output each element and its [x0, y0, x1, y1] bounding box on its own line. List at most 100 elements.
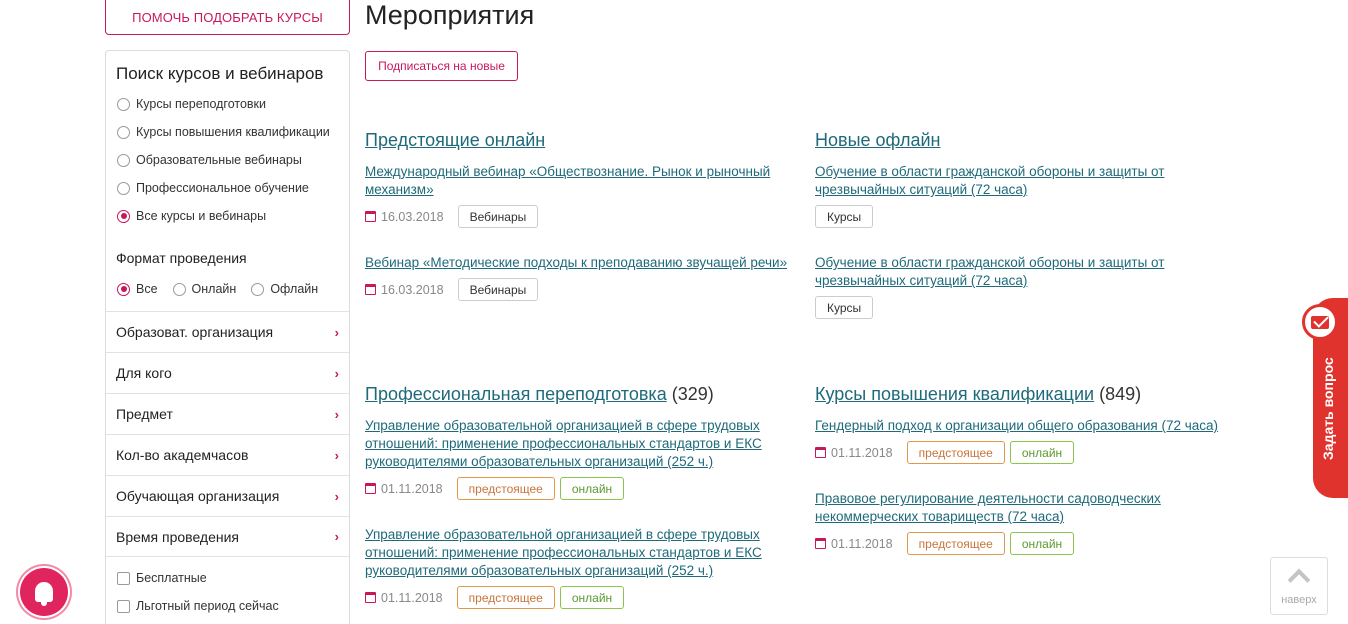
notification-bell-button[interactable]: [20, 568, 68, 616]
radio-selected-icon[interactable]: [117, 282, 130, 296]
item-meta: Курсы: [815, 296, 1245, 319]
section-title: Новые офлайн: [815, 130, 1245, 151]
chevron-up-icon: [1287, 568, 1311, 592]
item-title-link[interactable]: Гендерный подход к организации общего об…: [815, 417, 1245, 435]
checkbox-icon[interactable]: [117, 599, 130, 613]
calendar-icon: [365, 211, 376, 222]
section-retraining: Профессиональная переподготовка (329) Уп…: [365, 384, 795, 624]
filter-time[interactable]: Время проведения ›: [106, 516, 349, 557]
tag-upcoming[interactable]: предстоящее: [456, 477, 555, 500]
type-option-qualification[interactable]: Курсы повышения квалификации: [117, 125, 330, 139]
filter-hours[interactable]: Кол-во академчасов ›: [106, 434, 349, 475]
section-count: (849): [1099, 384, 1142, 404]
section-title: Профессиональная переподготовка (329): [365, 384, 795, 405]
tag-webinars[interactable]: Вебинары: [457, 278, 539, 301]
help-choose-courses-button[interactable]: ПОМОЧЬ ПОДОБРАТЬ КУРСЫ: [105, 0, 350, 35]
sidebar-title: Поиск курсов и вебинаров: [116, 64, 324, 83]
chevron-right-icon: ›: [334, 406, 339, 422]
filter-accordion: Образоват. организация › Для кого › Пред…: [106, 311, 349, 557]
list-item: Правовое регулирование деятельности садо…: [815, 490, 1245, 555]
item-date: 16.03.2018: [381, 209, 444, 224]
radio-icon[interactable]: [117, 181, 130, 195]
item-title-link[interactable]: Обучение в области гражданской обороны и…: [815, 163, 1245, 199]
tag-webinars[interactable]: Вебинары: [457, 205, 539, 228]
calendar-icon: [365, 284, 376, 295]
format-options: Все Онлайн Офлайн: [117, 282, 333, 296]
list-item: Вебинар «Методические подходы к преподав…: [365, 254, 795, 301]
item-meta: 01.11.2018 предстоящее онлайн: [365, 477, 795, 500]
item-title-link[interactable]: Правовое регулирование деятельности садо…: [815, 490, 1245, 526]
radio-icon[interactable]: [117, 125, 130, 139]
section-title: Курсы повышения квалификации (849): [815, 384, 1245, 405]
subscribe-button[interactable]: Подписаться на новые: [365, 51, 518, 81]
item-title-link[interactable]: Управление образовательной организацией …: [365, 417, 795, 471]
calendar-icon: [365, 483, 376, 494]
filter-training-org[interactable]: Обучающая организация ›: [106, 475, 349, 516]
section-count: (329): [671, 384, 714, 404]
type-option-webinars[interactable]: Образовательные вебинары: [117, 153, 302, 167]
check-discount[interactable]: Льготный период сейчас: [117, 599, 279, 613]
bell-icon: [35, 582, 53, 606]
checkbox-icon[interactable]: [117, 571, 130, 585]
section-title: Предстоящие онлайн: [365, 130, 795, 151]
item-date: 01.11.2018: [831, 445, 893, 460]
section-new-offline: Новые офлайн Обучение в области гражданс…: [815, 130, 1245, 330]
item-meta: 01.11.2018 предстоящее онлайн: [815, 532, 1245, 555]
format-option-offline[interactable]: Офлайн: [251, 282, 318, 296]
item-meta: Курсы: [815, 205, 1245, 228]
ask-question-label[interactable]: Задать вопрос: [1320, 357, 1336, 460]
calendar-icon: [365, 592, 376, 603]
item-title-link[interactable]: Управление образовательной организацией …: [365, 526, 795, 580]
filter-audience[interactable]: Для кого ›: [106, 352, 349, 393]
section-title-link[interactable]: Профессиональная переподготовка: [365, 384, 667, 404]
item-meta: 01.11.2018 предстоящее онлайн: [815, 441, 1245, 464]
format-title: Формат проведения: [116, 250, 247, 266]
item-meta: 16.03.2018 Вебинары: [365, 205, 795, 228]
item-title-link[interactable]: Вебинар «Методические подходы к преподав…: [365, 254, 795, 272]
type-option-all[interactable]: Все курсы и вебинары: [117, 209, 266, 223]
tag-courses[interactable]: Курсы: [815, 296, 874, 319]
calendar-icon: [815, 538, 826, 549]
item-date: 01.11.2018: [831, 536, 893, 551]
radio-icon[interactable]: [117, 97, 130, 111]
section-title-link[interactable]: Курсы повышения квалификации: [815, 384, 1094, 404]
item-title-link[interactable]: Международный вебинар «Обществознание. Р…: [365, 163, 795, 199]
tag-upcoming[interactable]: предстоящее: [456, 586, 555, 609]
item-title-link[interactable]: Обучение в области гражданской обороны и…: [815, 254, 1245, 290]
item-meta: 01.11.2018 предстоящее онлайн: [365, 586, 795, 609]
item-meta: 16.03.2018 Вебинары: [365, 278, 795, 301]
type-option-retraining[interactable]: Курсы переподготовки: [117, 97, 266, 111]
tag-online[interactable]: онлайн: [559, 477, 625, 500]
section-title-link[interactable]: Новые офлайн: [815, 130, 940, 150]
tag-upcoming[interactable]: предстоящее: [906, 441, 1005, 464]
scroll-to-top-button[interactable]: наверх: [1270, 557, 1328, 615]
chevron-right-icon: ›: [334, 365, 339, 381]
tag-upcoming[interactable]: предстоящее: [906, 532, 1005, 555]
chevron-right-icon: ›: [334, 324, 339, 340]
list-item: Управление образовательной организацией …: [365, 526, 795, 609]
section-title-link[interactable]: Предстоящие онлайн: [365, 130, 545, 150]
tag-online[interactable]: онлайн: [1009, 532, 1075, 555]
format-option-online[interactable]: Онлайн: [172, 282, 236, 296]
section-qualification: Курсы повышения квалификации (849) Генде…: [815, 384, 1245, 584]
radio-selected-icon[interactable]: [117, 209, 130, 223]
filter-organization[interactable]: Образоват. организация ›: [106, 311, 349, 352]
format-option-all[interactable]: Все: [117, 282, 158, 296]
tag-online[interactable]: онлайн: [1009, 441, 1075, 464]
tag-courses[interactable]: Курсы: [815, 205, 874, 228]
chevron-right-icon: ›: [334, 529, 339, 544]
type-option-professional[interactable]: Профессиональное обучение: [117, 181, 309, 195]
item-date: 01.11.2018: [381, 481, 443, 496]
envelope-icon[interactable]: [1302, 304, 1338, 340]
list-item: Управление образовательной организацией …: [365, 417, 795, 500]
scroll-to-top-label: наверх: [1281, 594, 1317, 606]
radio-icon[interactable]: [117, 153, 130, 167]
filter-subject[interactable]: Предмет ›: [106, 393, 349, 434]
check-free[interactable]: Бесплатные: [117, 571, 207, 585]
item-date: 16.03.2018: [381, 282, 444, 297]
section-upcoming-online: Предстоящие онлайн Международный вебинар…: [365, 130, 795, 330]
radio-icon[interactable]: [251, 282, 265, 296]
radio-icon[interactable]: [172, 282, 186, 296]
list-item: Обучение в области гражданской обороны и…: [815, 254, 1245, 319]
tag-online[interactable]: онлайн: [559, 586, 625, 609]
